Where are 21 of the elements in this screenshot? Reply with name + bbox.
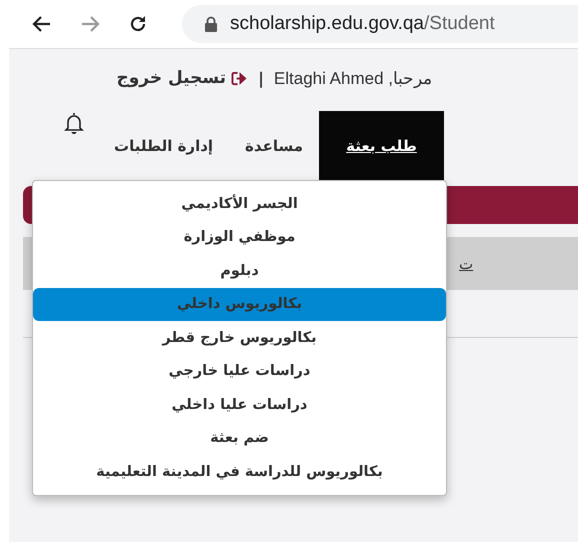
sub-link[interactable]: ت [459, 254, 474, 272]
reload-icon[interactable] [128, 14, 148, 34]
nav-tab[interactable]: مساعدة [229, 111, 319, 181]
menu-item[interactable]: دراسات عليا داخلي [33, 388, 446, 422]
logout-link[interactable]: تسجيل خروج [116, 68, 248, 88]
nav-tab[interactable]: طلب بعثة [319, 111, 444, 181]
menu-item[interactable]: دراسات عليا خارجي [33, 354, 446, 388]
back-icon[interactable] [32, 14, 52, 34]
logout-icon [231, 70, 248, 86]
menu-item[interactable]: موظفي الوزارة [33, 220, 446, 254]
menu-item[interactable]: ضم بعثة [33, 422, 446, 455]
nav-tab[interactable]: إدارة الطلبات [98, 111, 230, 181]
lock-icon [204, 16, 218, 32]
address-bar[interactable]: scholarship.edu.gov.qa/Student [182, 5, 578, 43]
bell-icon[interactable] [64, 111, 84, 135]
menu-item[interactable]: بكالوريوس خارج قطر [33, 321, 446, 354]
menu-item[interactable]: بكالوريوس للدراسة في المدينة التعليمية [33, 455, 446, 488]
menu-item[interactable]: الجسر الأكاديمي [33, 187, 446, 220]
greeting-text: مرحبا, Eltaghi Ahmed [274, 68, 432, 88]
menu-item[interactable]: دبلوم [33, 254, 446, 288]
separator: | [258, 68, 264, 88]
